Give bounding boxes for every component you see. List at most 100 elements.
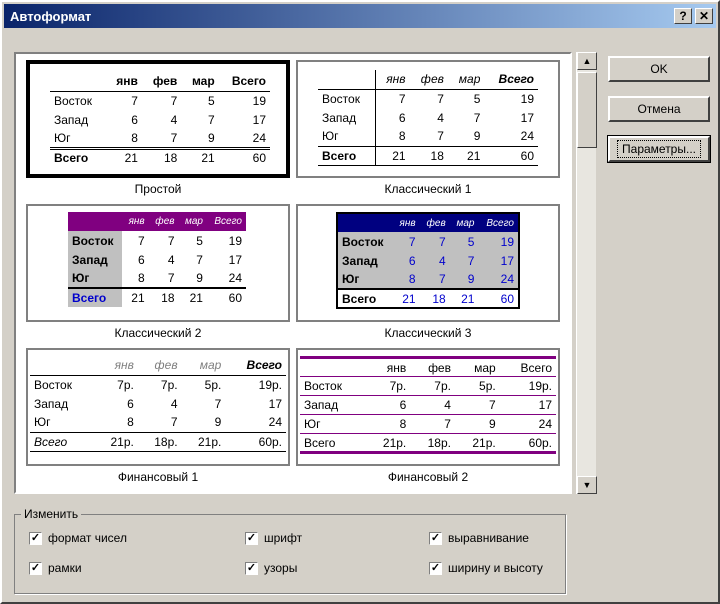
value-cell: 7 <box>398 91 406 106</box>
cancel-button[interactable]: Отмена <box>608 96 710 122</box>
row-label: Всего <box>342 291 377 306</box>
value-cell: 19 <box>252 93 266 108</box>
checkbox-number-format[interactable]: ✓ формат чисел <box>29 531 127 545</box>
group-title: Изменить <box>21 507 82 521</box>
format-financial-2[interactable]: янв фев мар Всего Восток 7р. 7р. 5р. 19р. За… <box>296 348 560 488</box>
value-cell: 24 <box>520 129 534 144</box>
table-row: Юг 8 7 9 24 <box>68 269 246 288</box>
header-cell: фев <box>152 74 178 89</box>
parameters-label: Параметры... <box>617 140 701 158</box>
corner-cell <box>68 212 122 231</box>
value-cell: 5р. <box>204 377 222 392</box>
row-label: Запад <box>318 108 376 127</box>
row-label: Восток <box>54 93 92 108</box>
title-bar: Автоформат ? ✕ <box>4 4 716 28</box>
value-cell: 24 <box>268 415 282 430</box>
table-row: Восток 7 7 5 19 <box>68 231 246 250</box>
value-cell: 7р. <box>117 377 134 392</box>
row-label: Юг <box>34 415 51 430</box>
value-cell: 7 <box>439 234 446 249</box>
value-cell: 8 <box>137 271 145 285</box>
row-label: Всего <box>34 434 68 449</box>
header-cell: Всего <box>498 72 534 87</box>
total-row: Всего 21р. 18р. 21р. 60р. <box>300 434 556 453</box>
value-cell: 9 <box>207 130 215 145</box>
header-cell: фев <box>155 216 175 227</box>
value-cell: 9 <box>489 417 496 431</box>
header-cell: янв <box>114 358 134 373</box>
checkbox-font[interactable]: ✓ шрифт <box>245 531 302 545</box>
value-cell: 21р. <box>382 435 407 450</box>
checkbox-box[interactable]: ✓ <box>245 531 258 545</box>
preview-table: янв фев мар Всего Восток 7р. 7р. 5р. 19р. За… <box>30 356 286 452</box>
value-cell: 7р. <box>160 377 178 392</box>
ok-button[interactable]: OK <box>608 56 710 82</box>
value-cell: 21р. <box>472 435 496 450</box>
value-cell: 9 <box>467 272 475 286</box>
checkbox-box[interactable]: ✓ <box>429 561 442 575</box>
checkbox-box[interactable]: ✓ <box>245 561 258 575</box>
value-cell: 21 <box>461 291 475 306</box>
row-label: Юг <box>68 269 123 288</box>
scroll-down-button[interactable]: ▼ <box>577 476 597 494</box>
value-cell: 17 <box>228 252 242 267</box>
scroll-thumb[interactable] <box>577 72 597 148</box>
total-row: Всего 21 18 21 60 <box>68 288 246 307</box>
value-cell: 21 <box>201 151 215 166</box>
checkbox-label: шрифт <box>264 531 303 545</box>
preview-simple: янв фев мар Всего Восток 7 7 5 19 Запад 6 4 7 17… <box>26 60 290 178</box>
header-cell: мар <box>474 360 496 375</box>
format-classic-3[interactable]: янв фев мар Всего Восток 7 7 5 19 Запад 6 4 7 17… <box>296 204 560 344</box>
parameters-button[interactable]: Параметры... <box>607 135 711 163</box>
row-label: Запад <box>304 398 339 412</box>
total-row: Всего 21 18 21 60 <box>318 146 538 165</box>
checkbox-alignment[interactable]: ✓ выравнивание <box>429 531 529 545</box>
format-classic-2[interactable]: янв фев мар Всего Восток 7 7 5 19 Запад 6 4 7 17… <box>26 204 290 344</box>
checkbox-width-height[interactable]: ✓ ширину и высоту <box>429 561 543 575</box>
help-button[interactable]: ? <box>674 8 692 24</box>
header-cell: фев <box>428 360 451 375</box>
header-cell: Всего <box>214 216 242 227</box>
checkbox-borders[interactable]: ✓ рамки <box>29 561 82 575</box>
value-cell: 24 <box>500 272 514 286</box>
value-cell: 8 <box>131 130 138 145</box>
table-row: Запад 6 4 7 17 <box>50 110 270 129</box>
value-cell: 18 <box>163 151 178 166</box>
value-cell: 18р. <box>154 434 178 449</box>
value-cell: 7 <box>437 91 444 106</box>
row-label: Восток <box>318 89 376 108</box>
value-cell: 19 <box>500 234 514 249</box>
checkbox-box[interactable]: ✓ <box>29 531 42 545</box>
value-cell: 17 <box>538 398 552 412</box>
window-title: Автоформат <box>10 8 92 24</box>
close-button[interactable]: ✕ <box>695 8 713 24</box>
scroll-up-button[interactable]: ▲ <box>577 52 597 70</box>
corner-cell <box>337 213 393 232</box>
header-row: янв фев мар Всего <box>68 212 246 231</box>
value-cell: 7 <box>489 398 496 412</box>
row-label: Восток <box>68 231 123 250</box>
value-cell: 4 <box>167 252 175 267</box>
value-cell: 60 <box>520 148 534 163</box>
row-label: Юг <box>318 127 376 146</box>
checkbox-box[interactable]: ✓ <box>429 531 442 545</box>
row-label: Всего <box>318 146 376 165</box>
format-classic-1[interactable]: янв фев мар Всего Восток 7 7 5 19 Запад 6 4 7 17… <box>296 60 560 200</box>
value-cell: 7р. <box>434 379 451 393</box>
checkbox-patterns[interactable]: ✓ узоры <box>245 561 297 575</box>
gallery-scrollbar[interactable]: ▲ ▼ <box>576 52 597 494</box>
header-cell: мар <box>458 72 481 87</box>
checkbox-box[interactable]: ✓ <box>29 561 42 575</box>
format-simple[interactable]: янв фев мар Всего Восток 7 7 5 19 Запад 6 4 7 17… <box>26 60 290 200</box>
checkbox-label: выравнивание <box>448 531 529 545</box>
value-cell: 5 <box>473 91 481 106</box>
value-cell: 7 <box>137 233 145 248</box>
table-row: Восток 7 7 5 19 <box>50 91 270 110</box>
header-row: янв фев мар Всего <box>337 213 519 232</box>
value-cell: 7 <box>167 271 175 285</box>
header-row: янв фев мар Всего <box>318 70 538 89</box>
checkbox-label: рамки <box>48 561 82 575</box>
format-financial-1[interactable]: янв фев мар Всего Восток 7р. 7р. 5р. 19р. За… <box>26 348 290 488</box>
header-cell: Всего <box>520 360 552 375</box>
value-cell: 6 <box>398 110 406 125</box>
